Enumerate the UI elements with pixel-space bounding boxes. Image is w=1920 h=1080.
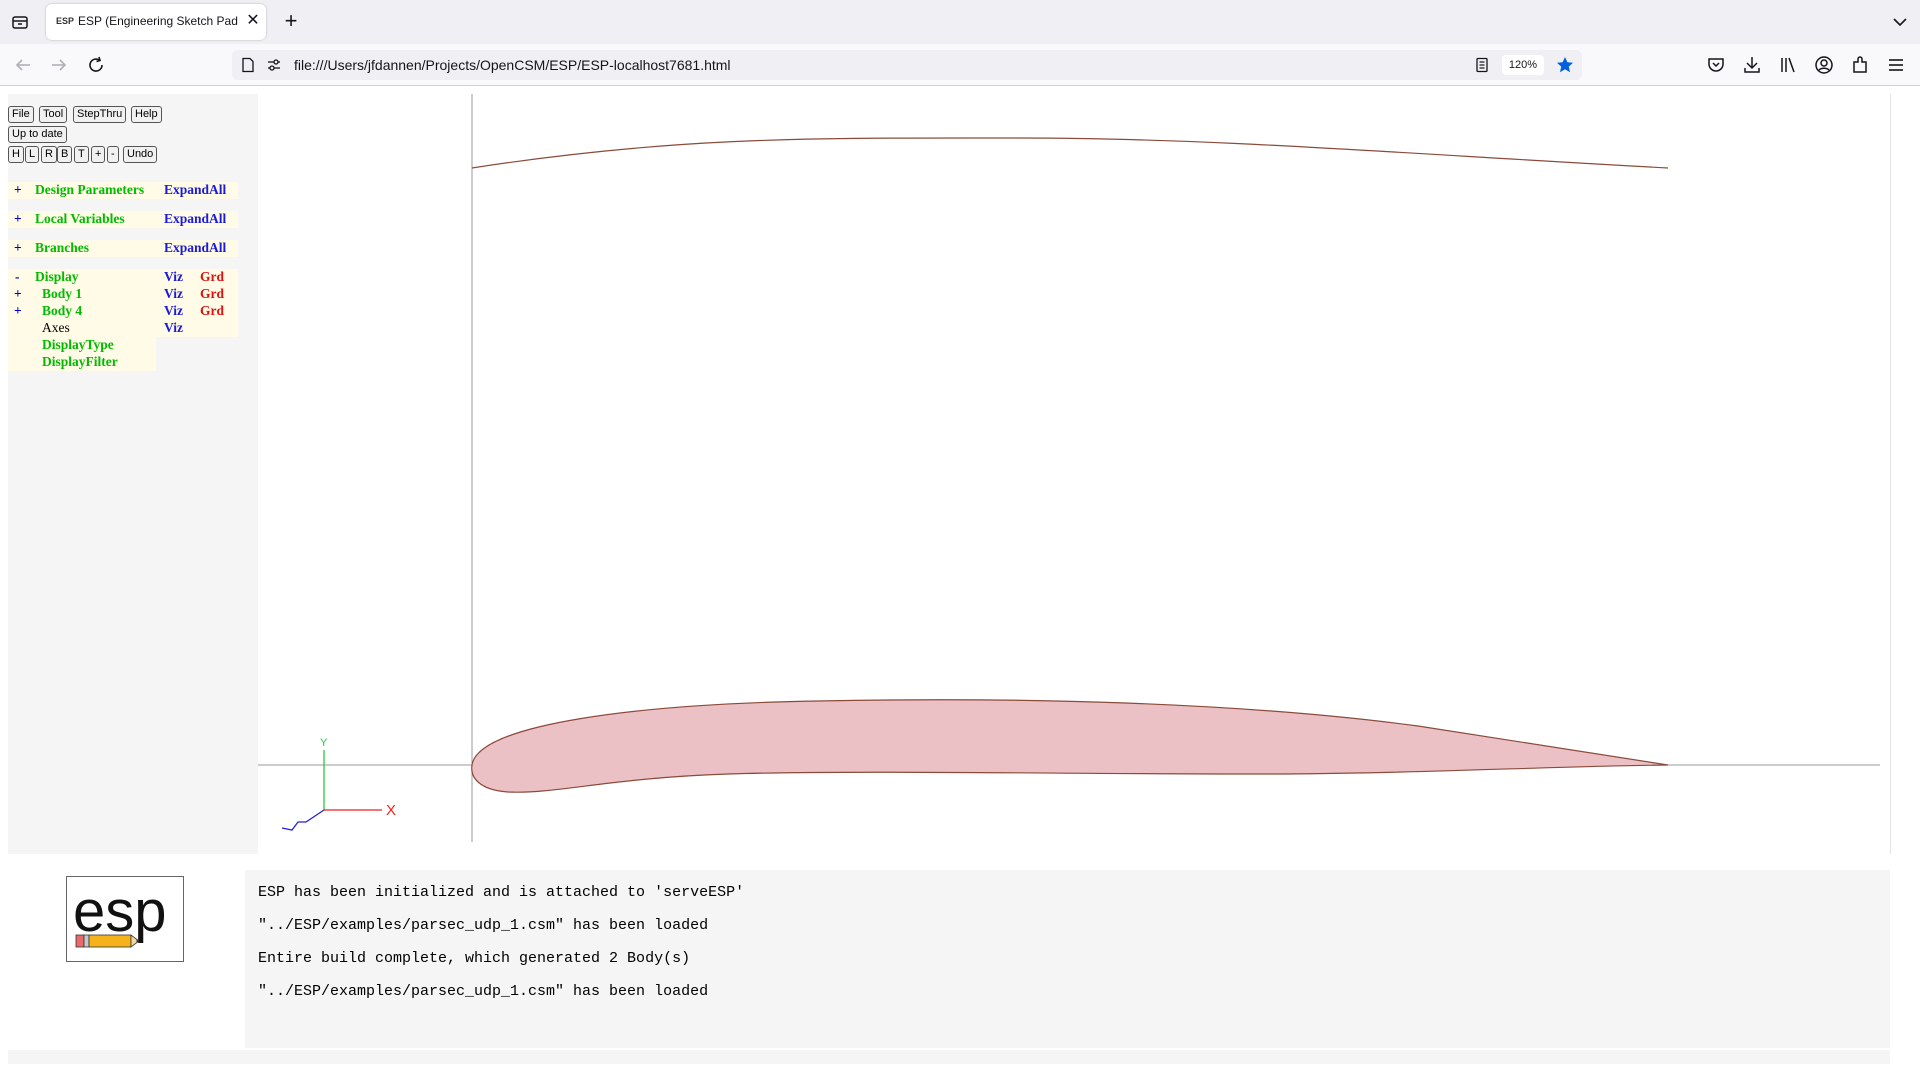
tool-button[interactable]: Tool (39, 106, 68, 123)
menu-icon[interactable] (1885, 54, 1907, 76)
view-bottom-button[interactable]: B (57, 146, 73, 163)
tree-row-body-4: + Body 4 Viz Grd (8, 303, 238, 320)
close-tab-icon[interactable]: ✕ (244, 12, 262, 30)
view-left-button[interactable]: L (25, 146, 40, 163)
expand-toggle[interactable]: + (14, 211, 22, 227)
bookmark-star-icon[interactable] (1555, 55, 1575, 75)
display-label[interactable]: Display (35, 269, 79, 285)
expand-all-local-variables[interactable]: ExpandAll (164, 211, 226, 227)
library-icon[interactable] (1777, 54, 1799, 76)
expand-toggle[interactable]: + (14, 286, 22, 302)
zoom-in-button[interactable]: + (91, 146, 106, 163)
esp-favicon-icon: ESP (56, 16, 75, 26)
reload-icon[interactable] (85, 54, 107, 76)
tree-row-axes: Axes Viz (8, 320, 238, 337)
view-top-button[interactable]: T (74, 146, 89, 163)
file-button[interactable]: File (8, 106, 34, 123)
message-line: "../ESP/examples/parsec_udp_1.csm" has b… (258, 917, 709, 934)
axes-viz-toggle[interactable]: Viz (164, 320, 183, 336)
view-right-button[interactable]: R (41, 146, 57, 163)
browser-nav-bar: file:///Users/jfdannen/Projects/OpenCSM/… (0, 44, 1920, 86)
help-button[interactable]: Help (131, 106, 162, 123)
forward-icon[interactable] (48, 54, 70, 76)
undo-button[interactable]: Undo (123, 146, 158, 163)
local-variables-label[interactable]: Local Variables (35, 211, 125, 227)
message-line: "../ESP/examples/parsec_udp_1.csm" has b… (258, 983, 709, 1000)
zoom-level-badge[interactable]: 120% (1502, 55, 1544, 75)
body-4-grd-toggle[interactable]: Grd (200, 303, 224, 319)
tree-row-display-type: DisplayType (8, 337, 238, 354)
tree-row-display-filter: DisplayFilter (8, 354, 238, 371)
message-line: ESP has been initialized and is attached… (258, 884, 745, 901)
graphics-viewport[interactable]: Y X (258, 94, 1891, 854)
display-type-label[interactable]: DisplayType (42, 337, 114, 353)
back-icon[interactable] (12, 54, 34, 76)
body-1-label[interactable]: Body 1 (42, 286, 82, 302)
up-to-date-button[interactable]: Up to date (8, 126, 67, 143)
display-filter-label[interactable]: DisplayFilter (42, 354, 118, 370)
y-axis-label: Y (320, 737, 328, 749)
branches-label[interactable]: Branches (35, 240, 89, 256)
tree-row-display: - Display Viz Grd (8, 269, 238, 286)
esp-logo: esp (66, 876, 184, 962)
zoom-out-button[interactable]: - (107, 146, 119, 163)
esp-logo-graphic: esp (73, 879, 167, 948)
page-icon (242, 57, 254, 73)
pocket-icon[interactable] (1705, 54, 1727, 76)
tree-row-local-variables: + Local Variables ExpandAll (8, 211, 238, 228)
display-viz-toggle[interactable]: Viz (164, 269, 183, 285)
stepthru-button[interactable]: StepThru (73, 106, 127, 123)
expand-toggle[interactable]: + (14, 182, 22, 198)
bottom-strip (8, 1050, 1890, 1064)
body-4-viz-toggle[interactable]: Viz (164, 303, 183, 319)
body-4-airfoil[interactable] (471, 699, 1669, 793)
browser-tab-bar: ESP ESP (Engineering Sketch Pad, V ✕ + (0, 0, 1920, 44)
axes-triad: Y X (281, 737, 396, 831)
body-1-grd-toggle[interactable]: Grd (200, 286, 224, 302)
tree-row-design-parameters: + Design Parameters ExpandAll (8, 182, 238, 199)
message-line: Entire build complete, which generated 2… (258, 950, 691, 967)
design-parameters-label[interactable]: Design Parameters (35, 182, 144, 198)
tree-row-branches: + Branches ExpandAll (8, 240, 238, 257)
viewport-canvas[interactable]: Y X (258, 94, 1890, 854)
expand-toggle[interactable]: + (14, 240, 22, 256)
expand-toggle[interactable]: + (14, 303, 22, 319)
body-1-curve[interactable] (471, 137, 1669, 169)
permissions-icon[interactable] (266, 57, 282, 73)
tab-overflow-icon[interactable] (1890, 12, 1910, 32)
expand-all-design-parameters[interactable]: ExpandAll (164, 182, 226, 198)
downloads-icon[interactable] (1741, 54, 1763, 76)
tab-title: ESP (Engineering Sketch Pad, V (78, 14, 238, 28)
reader-view-icon[interactable] (1474, 57, 1490, 73)
collapse-toggle[interactable]: - (15, 269, 20, 285)
body-1-viz-toggle[interactable]: Viz (164, 286, 183, 302)
account-icon[interactable] (1813, 54, 1835, 76)
z-axis-arrow (281, 809, 325, 831)
expand-all-branches[interactable]: ExpandAll (164, 240, 226, 256)
left-panel: File Tool StepThru Help Up to date H L R… (8, 94, 258, 854)
tab-list-icon[interactable] (10, 12, 30, 32)
extensions-icon[interactable] (1849, 54, 1871, 76)
axes-label: Axes (42, 320, 70, 335)
display-grd-toggle[interactable]: Grd (200, 269, 224, 285)
url-text[interactable]: file:///Users/jfdannen/Projects/OpenCSM/… (294, 57, 731, 73)
message-log: ESP has been initialized and is attached… (245, 870, 1890, 1048)
body-4-label[interactable]: Body 4 (42, 303, 82, 319)
tree-row-body-1: + Body 1 Viz Grd (8, 286, 238, 303)
logo-panel: esp (8, 870, 243, 1048)
active-tab[interactable]: ESP ESP (Engineering Sketch Pad, V ✕ (46, 4, 266, 40)
view-home-button[interactable]: H (8, 146, 24, 163)
url-bar[interactable]: file:///Users/jfdannen/Projects/OpenCSM/… (232, 50, 1582, 80)
new-tab-button[interactable]: + (280, 10, 302, 33)
pencil-icon (75, 934, 140, 948)
esp-logo-text: esp (73, 879, 167, 944)
x-axis-label: X (386, 802, 396, 819)
